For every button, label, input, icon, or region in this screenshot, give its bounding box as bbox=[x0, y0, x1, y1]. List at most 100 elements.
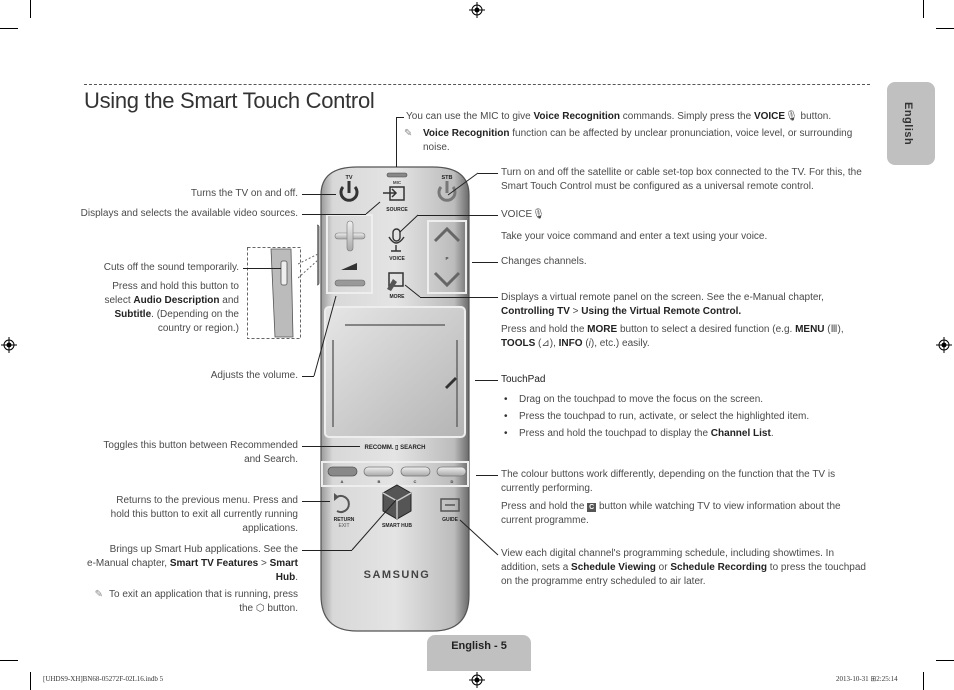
samsung-logo: SAMSUNG bbox=[364, 569, 431, 581]
voice-label: VOICE bbox=[389, 256, 405, 262]
registration-mark-icon bbox=[469, 2, 485, 18]
term-smart-tv-features: Smart TV Features bbox=[169, 558, 259, 569]
smart-hub-cube-icon: ⬡ bbox=[255, 603, 265, 614]
text-run: and bbox=[219, 295, 239, 306]
mute-hold-line: Subtitle. (Depending on the bbox=[39, 308, 239, 322]
text-run: or bbox=[655, 562, 671, 573]
color-a-label: A bbox=[341, 479, 344, 484]
color-d-label: D bbox=[451, 479, 454, 484]
note-body: Voice Recognition function can be affect… bbox=[423, 127, 852, 155]
touchpad-list: Drag on the touchpad to move the focus o… bbox=[501, 393, 871, 441]
text-line: ✎ Voice Recognition function can be affe… bbox=[404, 127, 874, 155]
term-hub: Hub bbox=[275, 572, 296, 583]
leader-line bbox=[302, 214, 366, 215]
leader-line bbox=[302, 550, 352, 551]
mute-hold-line: Press and hold this button to bbox=[112, 281, 239, 292]
text-line: addition, sets a Schedule Viewing or Sch… bbox=[501, 561, 871, 575]
text-run: ), etc.) easily. bbox=[590, 338, 650, 349]
term-menu: MENU bbox=[795, 324, 825, 335]
callout-source: Displays and selects the available video… bbox=[80, 208, 298, 219]
text-run: > bbox=[569, 306, 582, 317]
text-run: > bbox=[258, 558, 270, 569]
leader-line bbox=[476, 475, 498, 476]
exit-label: EXIT bbox=[338, 523, 349, 529]
text-line: Turn on and off the satellite or cable s… bbox=[501, 167, 862, 178]
more-label: MORE bbox=[390, 294, 406, 300]
recomm-search-label: RECOMM. ▯ SEARCH bbox=[365, 445, 426, 451]
touchpad bbox=[324, 306, 466, 438]
text-line: Returns to the previous menu. Press and bbox=[116, 495, 298, 506]
leader-line bbox=[302, 194, 336, 195]
mic-label: MIC bbox=[393, 180, 402, 185]
language-side-tab: English bbox=[887, 82, 935, 165]
callout-smart-hub: Brings up Smart Hub applications. See th… bbox=[38, 543, 298, 585]
tv-label: TV bbox=[345, 175, 352, 181]
callout-mic-note: ✎ Voice Recognition function can be affe… bbox=[404, 127, 874, 155]
leader-line bbox=[302, 446, 360, 447]
term-subtitle: Subtitle bbox=[114, 309, 152, 320]
leader-line bbox=[475, 380, 498, 381]
page-number-tab: English - 5 bbox=[427, 635, 531, 671]
mute-hold-line: select Audio Description and bbox=[39, 294, 240, 308]
text-line: current programme. bbox=[501, 515, 589, 526]
leader-line bbox=[302, 501, 330, 502]
callout-mute: Cuts off the sound temporarily. bbox=[103, 262, 239, 273]
term-voice-recognition: Voice Recognition bbox=[533, 111, 621, 122]
text-line: on the programme entry scheduled to air … bbox=[501, 576, 706, 587]
text-run: Press and hold the touchpad to display t… bbox=[519, 428, 711, 439]
text-run: noise. bbox=[423, 142, 450, 153]
term-virtual-remote: Using the Virtual Remote Control. bbox=[581, 306, 742, 317]
callout-recomm-search: Toggles this button between Recommended … bbox=[38, 439, 298, 467]
mic-icon: 🎙 bbox=[785, 111, 798, 122]
color-button-b bbox=[363, 466, 394, 477]
text-run: ), bbox=[837, 324, 844, 335]
text-line: Toggles this button between Recommended bbox=[103, 440, 298, 451]
callout-mute-hold: Press and hold this button to select Aud… bbox=[39, 280, 240, 336]
callout-return: Returns to the previous menu. Press and … bbox=[38, 494, 298, 536]
text-line: The colour buttons work differently, dep… bbox=[501, 469, 836, 480]
text-line: Controlling TV > Using the Virtual Remot… bbox=[501, 305, 871, 319]
text-line: Press and hold the C button while watchi… bbox=[501, 500, 871, 514]
callout-tv-power: Turns the TV on and off. bbox=[190, 188, 298, 199]
list-item: Drag on the touchpad to move the focus o… bbox=[501, 393, 871, 407]
text-run: VOICE bbox=[501, 209, 533, 220]
color-button-c bbox=[400, 466, 431, 477]
crop-mark bbox=[30, 672, 31, 690]
callout-smart-hub-note: ✎ To exit an application that is running,… bbox=[38, 588, 298, 616]
list-item: Press the touchpad to run, activate, or … bbox=[501, 410, 871, 424]
mute-hold-line: country or region.) bbox=[157, 323, 239, 334]
page-number: English - 5 bbox=[451, 640, 507, 652]
leader-line bbox=[420, 297, 498, 298]
note-pencil-icon: ✎ bbox=[404, 128, 413, 139]
leader-line bbox=[478, 173, 498, 174]
note-pencil-icon: ✎ bbox=[94, 589, 103, 600]
text-line: currently performing. bbox=[501, 483, 593, 494]
smart-touch-remote-illustration: TV MIC STB SOURCE VOICE MORE P RECOMM. ▯… bbox=[317, 166, 470, 632]
color-c-label: C bbox=[414, 479, 417, 484]
leader-line bbox=[472, 262, 498, 263]
leader-line bbox=[302, 376, 314, 377]
term-more: MORE bbox=[587, 324, 618, 335]
leader-line bbox=[396, 117, 404, 118]
text-run: . bbox=[770, 428, 774, 439]
text-run: the bbox=[239, 603, 256, 614]
leader-line bbox=[396, 117, 397, 167]
text-run: Press and hold the bbox=[501, 324, 588, 335]
color-button-a bbox=[327, 466, 358, 477]
text-line: Smart Touch Control must be configured a… bbox=[501, 181, 814, 192]
term-smart: Smart bbox=[269, 558, 298, 569]
text-run: function can be affected by unclear pron… bbox=[509, 128, 853, 139]
text-run: button while watching TV to view informa… bbox=[596, 501, 841, 512]
term-schedule-viewing: Schedule Viewing bbox=[571, 562, 656, 573]
mic-icon bbox=[386, 172, 408, 178]
crop-mark bbox=[0, 660, 18, 661]
term-audio-description: Audio Description bbox=[133, 295, 220, 306]
callout-stb: Turn on and off the satellite or cable s… bbox=[501, 166, 871, 194]
text-line: e-Manual chapter, Smart TV Features > Sm… bbox=[38, 557, 298, 571]
term-schedule-recording: Schedule Recording bbox=[670, 562, 768, 573]
tools-icon: ⊿ bbox=[541, 338, 550, 349]
term-voice: VOICE bbox=[753, 111, 786, 122]
text-run: . bbox=[295, 572, 298, 583]
voice-heading: VOICE🎙 bbox=[501, 208, 871, 222]
text-line: Brings up Smart Hub applications. See th… bbox=[109, 544, 298, 555]
